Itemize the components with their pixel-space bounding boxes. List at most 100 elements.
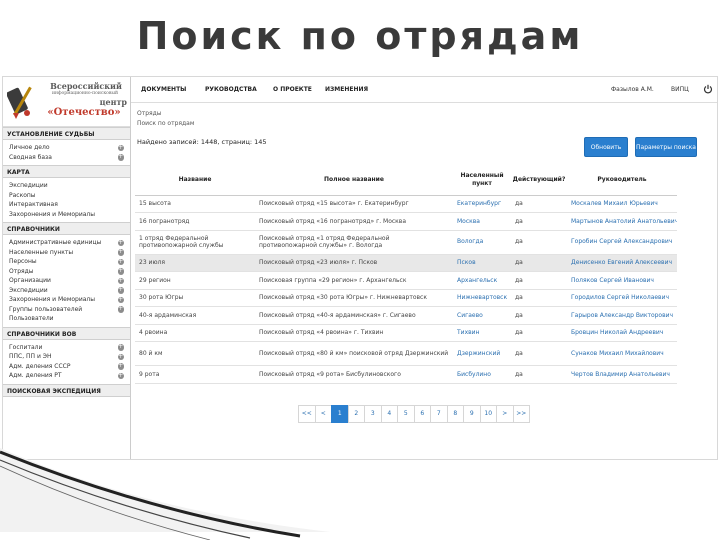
sidebar: Всероссийский информационно-поисковый це…: [3, 77, 131, 459]
plus-icon[interactable]: +: [117, 258, 124, 265]
page-button[interactable]: 1: [331, 405, 349, 423]
cell-locality: Нижневартовск: [453, 289, 511, 307]
sidebar-section-items: Экспедиции Раскопы Интерактивная Захоронени…: [3, 178, 130, 222]
col-header-name[interactable]: Название: [135, 165, 255, 196]
sidebar-item[interactable]: Раскопы: [3, 191, 130, 201]
search-params-button[interactable]: Параметры поиска: [635, 137, 697, 157]
sidebar-item[interactable]: Личное дело +: [3, 143, 130, 153]
sidebar-item[interactable]: Экспедиции +: [3, 286, 130, 296]
cell-locality: Вологда: [453, 230, 511, 255]
plus-icon[interactable]: +: [117, 239, 124, 246]
sidebar-section-title[interactable]: СПРАВОЧНИКИ: [3, 222, 130, 235]
sidebar-item[interactable]: Административные единицы +: [3, 238, 130, 248]
refresh-button[interactable]: Обновить: [584, 137, 628, 157]
cell-full-name: Поисковый отряд «23 июля» г. Псков: [255, 254, 453, 272]
sidebar-item-label: Экспедиции: [9, 286, 48, 294]
table-row[interactable]: 23 июля Поисковый отряд «23 июля» г. Пско…: [135, 254, 677, 272]
sidebar-item[interactable]: Группы пользователей +: [3, 305, 130, 315]
cell-name: 1 отряд Федеральной противопожарной служ…: [135, 230, 255, 255]
app-screenshot: Всероссийский информационно-поисковый це…: [2, 76, 718, 460]
sidebar-item-label: Административные единицы: [9, 239, 102, 246]
sidebar-section-title[interactable]: УСТАНОВЛЕНИЕ СУДЬБЫ: [3, 127, 130, 140]
page-button[interactable]: 7: [430, 405, 448, 423]
cell-locality: Екатеринбург: [453, 195, 511, 213]
sidebar-item[interactable]: Интерактивная: [3, 200, 130, 210]
sidebar-item[interactable]: Сводная база +: [3, 153, 130, 163]
sidebar-item[interactable]: Адм. деления РТ +: [3, 371, 130, 381]
cell-active: да: [511, 230, 567, 255]
sidebar-item[interactable]: Захоронения и Мемориалы: [3, 210, 130, 220]
sidebar-item-label: Адм. деления РТ: [9, 372, 62, 379]
table-row[interactable]: 29 регион Поисковая группа «29 регион» г.…: [135, 271, 677, 290]
cell-leader: Денисенко Евгений Алексеевич: [567, 254, 677, 272]
page-button[interactable]: 3: [364, 405, 382, 423]
page-button[interactable]: 6: [413, 405, 431, 423]
table-row[interactable]: 9 рота Поисковый отряд «9 рота» Бисбулино…: [135, 365, 677, 384]
plus-icon[interactable]: +: [117, 305, 124, 313]
sidebar-item[interactable]: ППС, ПП и ЭН +: [3, 352, 130, 362]
breadcrumb-current: Поиск по отрядам: [137, 120, 195, 127]
col-header-leader[interactable]: Руководитель: [567, 165, 677, 196]
plus-icon[interactable]: +: [117, 153, 124, 161]
table-row[interactable]: 16 погранотряд Поисковый отряд «16 погран…: [135, 212, 677, 231]
logo[interactable]: Всероссийский информационно-поисковый це…: [3, 77, 130, 127]
sidebar-item[interactable]: Населенные пункты +: [3, 248, 130, 258]
plus-icon[interactable]: +: [117, 144, 124, 151]
table-row[interactable]: 80 й км Поисковый отряд «80 й км» поисков…: [135, 341, 677, 366]
sidebar-item[interactable]: Госпитали +: [3, 343, 130, 353]
table-row[interactable]: 1 отряд Федеральной противопожарной служ…: [135, 230, 677, 255]
sidebar-item[interactable]: Персоны +: [3, 257, 130, 267]
col-header-active[interactable]: Действующий?: [511, 165, 567, 196]
sidebar-item-label: Организации: [9, 277, 51, 284]
nav-documents[interactable]: ДОКУМЕНТЫ: [141, 86, 186, 93]
page-button[interactable]: >: [496, 405, 514, 423]
table-row[interactable]: 30 рота Югры Поисковый отряд «30 рота Югр…: [135, 289, 677, 307]
user-name[interactable]: Фазылов А.М.: [611, 86, 654, 93]
sidebar-item-label: Населенные пункты: [9, 248, 74, 256]
page-button[interactable]: 8: [446, 405, 464, 423]
power-icon[interactable]: [703, 84, 713, 94]
plus-icon[interactable]: +: [117, 267, 124, 275]
nav-changes[interactable]: ИЗМЕНЕНИЯ: [325, 86, 368, 93]
page-button[interactable]: 2: [347, 405, 365, 423]
sidebar-item[interactable]: Захоронения и Мемориалы +: [3, 295, 130, 305]
sidebar-item[interactable]: Отряды +: [3, 267, 130, 277]
page-button[interactable]: 4: [380, 405, 398, 423]
sidebar-item[interactable]: Адм. деления СССР +: [3, 362, 130, 372]
nav-about[interactable]: О ПРОЕКТЕ: [273, 86, 312, 93]
plus-icon[interactable]: +: [117, 353, 124, 360]
plus-icon[interactable]: +: [117, 277, 124, 284]
plus-icon[interactable]: +: [117, 343, 124, 351]
plus-icon[interactable]: +: [117, 296, 124, 303]
breadcrumb-item[interactable]: Отряды: [137, 109, 194, 119]
emblem-icon: [7, 86, 32, 119]
col-header-full-name[interactable]: Полное название: [255, 165, 453, 196]
sidebar-item-label: Группы пользователей: [9, 305, 83, 313]
sidebar-section-title[interactable]: СПРАВОЧНИКИ ВОВ: [3, 326, 130, 340]
page-button[interactable]: >>: [512, 405, 530, 423]
plus-icon[interactable]: +: [117, 286, 124, 294]
plus-icon[interactable]: +: [117, 248, 124, 256]
cell-full-name: Поисковый отряд «4 рвоина» г. Тихвин: [255, 324, 453, 342]
cell-leader: Горобин Сергей Александрович: [567, 230, 677, 255]
page-button[interactable]: 5: [397, 405, 415, 423]
table-row[interactable]: 15 высота Поисковый отряд «15 высота» г. …: [135, 195, 677, 213]
sidebar-section-title[interactable]: ПОИСКОВАЯ ЭКСПЕДИЦИЯ: [3, 383, 130, 397]
page-button[interactable]: 10: [479, 405, 497, 423]
plus-icon[interactable]: +: [117, 362, 124, 370]
cell-locality: Бисбулино: [453, 365, 511, 384]
page-button[interactable]: 9: [463, 405, 481, 423]
sidebar-item[interactable]: Организации +: [3, 276, 130, 286]
page-button[interactable]: <: [314, 405, 332, 423]
cell-full-name: Поисковый отряд «9 рота» Бисбулиновского: [255, 365, 453, 384]
table-row[interactable]: 40-я ардаминская Поисковый отряд «40-я ар…: [135, 306, 677, 325]
sidebar-item[interactable]: Пользователи: [3, 314, 130, 324]
table-row[interactable]: 4 рвоина Поисковый отряд «4 рвоина» г. Ти…: [135, 324, 677, 342]
col-header-locality[interactable]: Населенный пункт: [453, 165, 511, 196]
nav-manuals[interactable]: РУКОВОДСТВА: [205, 86, 257, 93]
page-button[interactable]: <<: [298, 405, 316, 423]
cell-full-name: Поисковая группа «29 регион» г. Архангел…: [255, 271, 453, 290]
sidebar-section-title[interactable]: КАРТА: [3, 165, 130, 178]
sidebar-item[interactable]: Экспедиции: [3, 181, 130, 191]
plus-icon[interactable]: +: [117, 372, 124, 379]
